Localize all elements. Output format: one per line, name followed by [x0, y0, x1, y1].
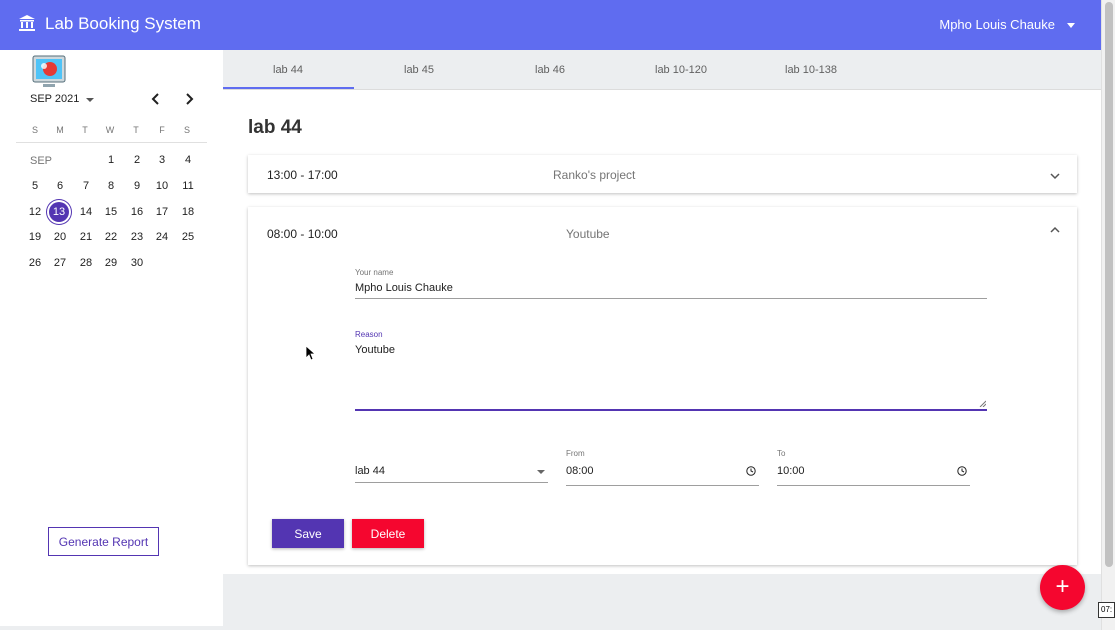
tab-lab-46[interactable]: lab 46 — [485, 50, 615, 90]
booking-reason: Ranko's project — [553, 168, 636, 182]
chevron-down-icon[interactable] — [1049, 170, 1061, 182]
calendar-day[interactable]: 20 — [49, 227, 71, 247]
calendar-day[interactable]: 4 — [177, 150, 199, 170]
name-field-underline — [355, 298, 987, 299]
page-scrollbar[interactable] — [1101, 0, 1115, 630]
calendar-day[interactable]: 17 — [151, 202, 173, 222]
weekday-thu: T — [133, 125, 139, 135]
mouse-cursor-icon — [305, 345, 317, 361]
name-field-label: Your name — [355, 268, 394, 277]
reason-field-label: Reason — [355, 330, 383, 339]
tab-lab-10-138[interactable]: lab 10-138 — [746, 50, 876, 90]
weekday-wed: W — [105, 125, 115, 135]
user-menu-name[interactable]: Mpho Louis Chauke — [939, 17, 1055, 32]
app-title: Lab Booking System — [45, 14, 201, 33]
clock-tag: 07: — [1098, 602, 1115, 618]
save-button[interactable]: Save — [272, 519, 344, 548]
sidebar: SEP 2021 S M T W T F S SEP 1 2 3 4 5 6 7… — [0, 50, 223, 626]
calendar-day[interactable]: 2 — [126, 150, 148, 170]
calendar-day[interactable]: 22 — [100, 227, 122, 247]
weekday-tue: T — [82, 125, 88, 135]
booking-time: 13:00 - 17:00 — [267, 168, 338, 182]
reason-textarea[interactable]: Youtube — [355, 344, 395, 356]
calendar-day-selected[interactable]: 13 — [49, 202, 69, 222]
calendar-day[interactable]: 1 — [100, 150, 122, 170]
calendar-day[interactable]: 19 — [24, 227, 46, 247]
delete-button[interactable]: Delete — [352, 519, 424, 548]
booking-time: 08:00 - 10:00 — [267, 227, 338, 241]
calendar-day[interactable]: 15 — [100, 202, 122, 222]
calendar-day[interactable]: 8 — [100, 176, 122, 196]
chevron-right-icon[interactable] — [180, 90, 198, 108]
tab-lab-10-120[interactable]: lab 10-120 — [616, 50, 746, 90]
from-time-input[interactable]: 08:00 — [566, 465, 594, 477]
calendar-day[interactable]: 14 — [75, 202, 97, 222]
chevron-left-icon[interactable] — [147, 90, 165, 108]
from-field-underline — [566, 485, 759, 486]
calendar-day[interactable]: 7 — [75, 176, 97, 196]
caret-down-icon[interactable] — [1067, 23, 1075, 28]
booking-reason: Youtube — [566, 227, 610, 241]
to-time-input[interactable]: 10:00 — [777, 465, 805, 477]
clock-icon[interactable] — [957, 466, 967, 476]
weekday-mon: M — [56, 125, 64, 135]
select-caret-icon[interactable] — [537, 470, 545, 474]
weekday-sat: S — [183, 125, 190, 135]
booking-card-collapsed[interactable]: 13:00 - 17:00 Ranko's project — [248, 155, 1077, 193]
calendar-day[interactable]: 29 — [100, 253, 122, 273]
chevron-up-icon[interactable] — [1049, 224, 1061, 236]
calendar-day[interactable]: 10 — [151, 176, 173, 196]
lab-select[interactable]: lab 44 — [355, 465, 385, 477]
calendar-day[interactable]: 25 — [177, 227, 199, 247]
scrollbar-thumb[interactable] — [1105, 2, 1113, 567]
calendar-divider — [16, 142, 207, 143]
to-field-label: To — [777, 449, 786, 458]
calendar-day[interactable]: 11 — [177, 176, 199, 196]
generate-report-button[interactable]: Generate Report — [48, 527, 159, 556]
tab-lab-45[interactable]: lab 45 — [354, 50, 484, 90]
reason-field-underline — [355, 409, 987, 411]
month-caret-icon[interactable] — [86, 98, 94, 102]
calendar-month-label: SEP — [30, 155, 53, 167]
app-header: Lab Booking System Mpho Louis Chauke — [0, 0, 1101, 50]
calendar-day[interactable]: 28 — [75, 253, 97, 273]
tab-lab-44[interactable]: lab 44 — [223, 50, 353, 90]
bank-icon[interactable] — [18, 14, 36, 32]
weekday-sun: S — [31, 125, 38, 135]
resize-handle-icon[interactable] — [979, 400, 986, 407]
calendar-day[interactable]: 16 — [126, 202, 148, 222]
page-title: lab 44 — [248, 117, 302, 138]
main-content: lab 44 lab 45 lab 46 lab 10-120 lab 10-1… — [223, 50, 1101, 630]
active-tab-indicator — [223, 87, 354, 89]
calendar-day[interactable]: 24 — [151, 227, 173, 247]
clock-icon[interactable] — [746, 466, 756, 476]
calendar-day[interactable]: 18 — [177, 202, 199, 222]
calendar-day[interactable]: 27 — [49, 253, 71, 273]
calendar-day[interactable]: 9 — [126, 176, 148, 196]
add-booking-button[interactable]: + — [1040, 565, 1085, 610]
calendar-day[interactable]: 6 — [49, 176, 71, 196]
calendar-day[interactable]: 26 — [24, 253, 46, 273]
calendar-day[interactable]: 21 — [75, 227, 97, 247]
calendar-day[interactable]: 23 — [126, 227, 148, 247]
calendar-day[interactable]: 5 — [24, 176, 46, 196]
calendar-day[interactable]: 12 — [24, 202, 46, 222]
lab-tabs: lab 44 lab 45 lab 46 lab 10-120 lab 10-1… — [223, 50, 1101, 90]
weekday-fri: F — [159, 125, 165, 135]
month-year-selector[interactable]: SEP 2021 — [30, 93, 79, 105]
from-field-label: From — [566, 449, 585, 458]
calendar-day[interactable]: 30 — [126, 253, 148, 273]
computer-icon — [32, 55, 66, 87]
to-field-underline — [777, 485, 970, 486]
booking-card-expanded: 08:00 - 10:00 Youtube Your name Mpho Lou… — [248, 207, 1077, 565]
lab-select-underline — [355, 482, 548, 483]
name-field[interactable]: Mpho Louis Chauke — [355, 282, 453, 294]
bottom-bar — [0, 626, 1101, 630]
calendar-day[interactable]: 3 — [151, 150, 173, 170]
